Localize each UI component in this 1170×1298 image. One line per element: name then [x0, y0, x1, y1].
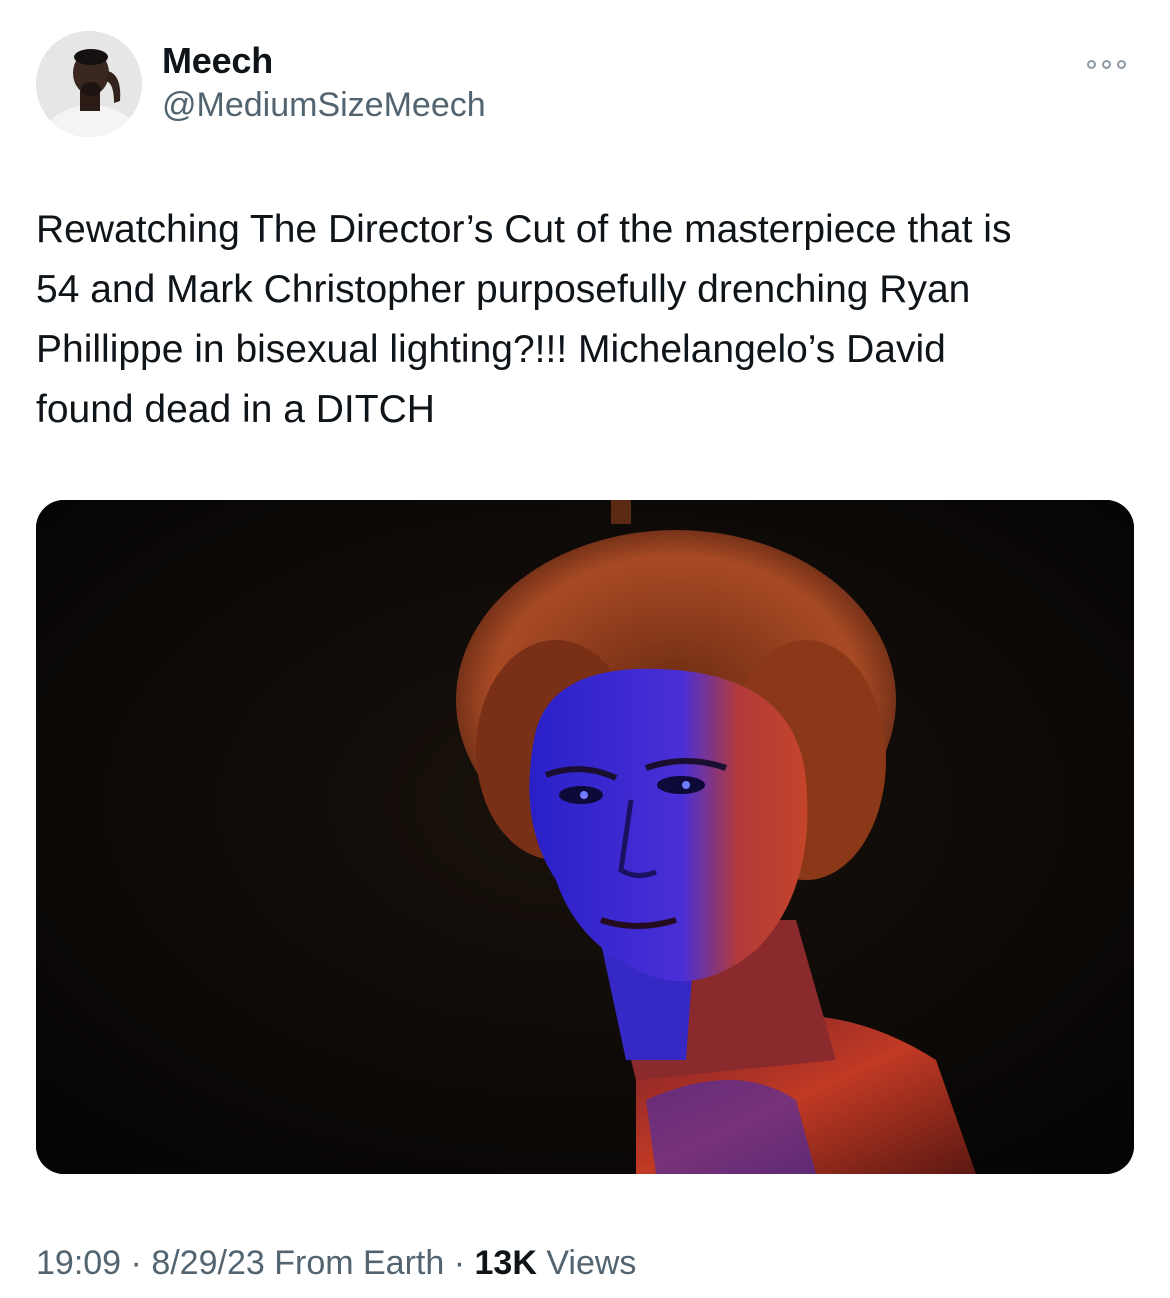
photo-image [36, 500, 1134, 1174]
tweet: Meech @MediumSizeMeech Rewatching The Di… [0, 0, 1170, 1298]
tweet-time[interactable]: 19:09 [36, 1244, 121, 1282]
views-count[interactable]: 13K [475, 1244, 537, 1282]
avatar-image [36, 31, 142, 137]
author-display-name[interactable]: Meech [162, 40, 273, 82]
tweet-meta: 19:09 · 8/29/23 From Earth · 13K Views [36, 1244, 636, 1283]
views-label: Views [546, 1244, 637, 1282]
more-horizontal-icon-dot [1116, 59, 1126, 69]
tweet-date[interactable]: 8/29/23 [151, 1244, 264, 1282]
more-horizontal-icon-dot [1101, 59, 1111, 69]
author-handle[interactable]: @MediumSizeMeech [162, 86, 486, 125]
meta-separator: · [130, 1244, 142, 1282]
tweet-source: From Earth [274, 1244, 445, 1282]
meta-separator-2: · [453, 1244, 466, 1282]
tweet-text: Rewatching The Director’s Cut of the mas… [36, 208, 1012, 431]
more-horizontal-icon [1086, 59, 1096, 69]
author-avatar[interactable] [36, 31, 142, 137]
more-options-button[interactable] [1080, 50, 1132, 78]
tweet-photo[interactable] [36, 500, 1134, 1174]
